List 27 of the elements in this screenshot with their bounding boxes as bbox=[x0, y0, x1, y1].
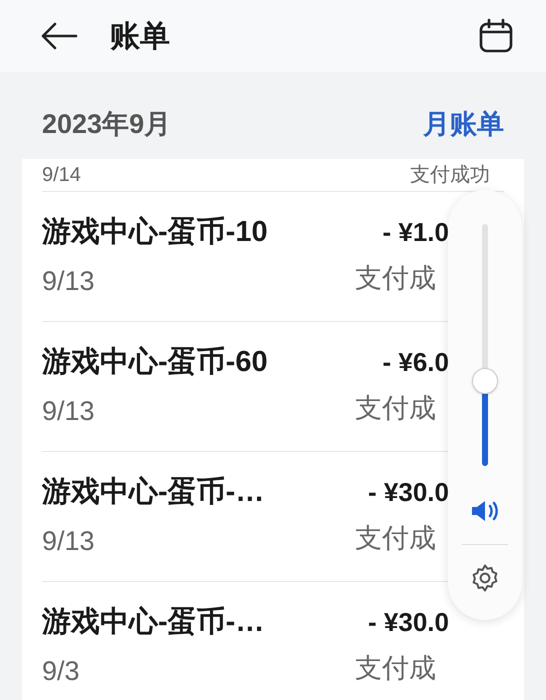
speaker-icon[interactable] bbox=[470, 500, 500, 522]
bill-date: 9/13 bbox=[42, 394, 96, 428]
bill-title: 游戏中心-蛋币-… bbox=[42, 604, 264, 640]
slider-thumb[interactable] bbox=[472, 368, 498, 394]
bill-date: 9/14 bbox=[42, 162, 81, 188]
bill-date: 9/13 bbox=[42, 524, 96, 558]
bill-amount: - ¥30.0 bbox=[368, 476, 449, 510]
month-label: 2023年9月 bbox=[42, 108, 172, 141]
bill-status: 支付成 bbox=[355, 522, 436, 556]
bill-title: 游戏中心-蛋币-10 bbox=[42, 214, 268, 250]
bill-status: 支付成功 bbox=[410, 162, 490, 188]
bill-title: 游戏中心-蛋币-60 bbox=[42, 344, 268, 380]
bill-date: 9/3 bbox=[42, 654, 81, 688]
bill-title: 游戏中心-蛋币-… bbox=[42, 474, 264, 510]
settings-icon[interactable] bbox=[470, 563, 500, 593]
volume-track[interactable] bbox=[482, 224, 488, 466]
page-title: 账单 bbox=[110, 18, 170, 54]
calendar-icon[interactable] bbox=[478, 18, 514, 54]
bill-amount: - ¥1.0 bbox=[382, 216, 449, 250]
bill-amount: - ¥30.0 bbox=[368, 606, 449, 640]
back-arrow-icon[interactable] bbox=[40, 22, 78, 50]
bill-status: 支付成 bbox=[355, 652, 436, 686]
bill-date: 9/13 bbox=[42, 264, 96, 298]
monthly-bill-link[interactable]: 月账单 bbox=[423, 104, 504, 144]
bill-status: 支付成 bbox=[355, 392, 436, 426]
bill-amount: - ¥6.0 bbox=[382, 346, 449, 380]
bill-status: 支付成 bbox=[355, 262, 436, 296]
